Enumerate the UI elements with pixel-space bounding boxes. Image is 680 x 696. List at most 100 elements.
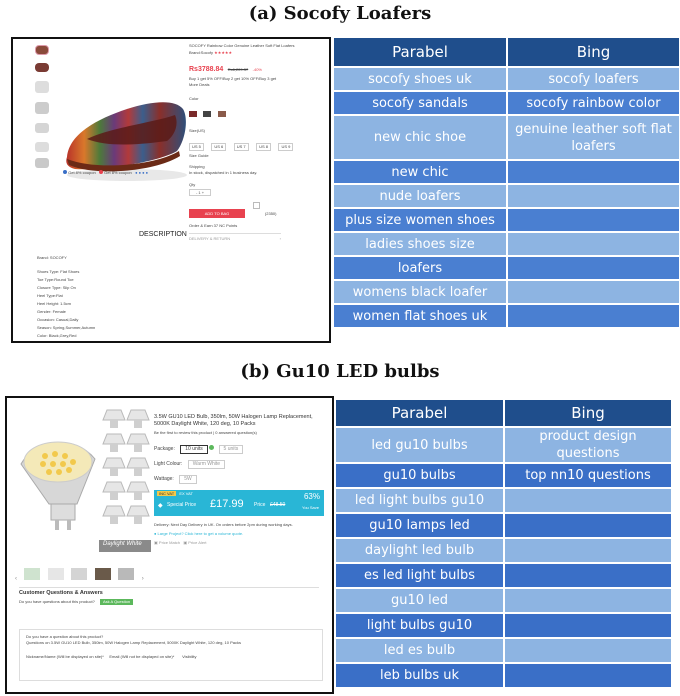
- thumbnail-2[interactable]: [47, 568, 64, 580]
- thumbnail-3[interactable]: [35, 81, 49, 93]
- wattage-option[interactable]: 5W: [179, 475, 197, 484]
- email-field-label[interactable]: Email (Will not be displayed on site)*: [109, 654, 174, 659]
- current-price: Rs3788.84: [189, 66, 224, 73]
- size-option[interactable]: US 9: [278, 143, 294, 151]
- table-row: new chic shoe genuine leather soft flat …: [334, 116, 679, 159]
- size-option[interactable]: US 6: [211, 143, 227, 151]
- qty-stepper[interactable]: - 1 +: [189, 189, 211, 196]
- size-option[interactable]: US 8: [256, 143, 271, 151]
- qa-heading: Customer Questions & Answers: [19, 590, 103, 596]
- add-to-bag-button[interactable]: ADD TO BAG: [189, 209, 245, 218]
- table-row: socofy sandals socofy rainbow color: [334, 92, 679, 114]
- bing-cell: [505, 514, 671, 537]
- column-header-bing: Bing: [508, 38, 679, 66]
- table-row: plus size women shoes: [334, 209, 679, 231]
- size-option[interactable]: US 7: [233, 143, 249, 151]
- size-label: Size(US): [189, 128, 206, 133]
- thumbnail-5[interactable]: [35, 123, 49, 133]
- thumbnail-4[interactable]: [35, 102, 49, 114]
- spec-item: Heel Height: 1.5cm: [37, 301, 72, 306]
- spec-brand: Brand: SOCOFY: [37, 255, 67, 260]
- bing-cell: socofy loafers: [508, 68, 679, 90]
- gu10-product-screenshot: Daylight White ‹ › 3.5W GU10 LED Bulb, 3…: [5, 396, 334, 694]
- table-row: women flat shoes uk: [334, 305, 679, 327]
- chevron-right-icon[interactable]: ›: [142, 576, 144, 582]
- parabel-cell: socofy shoes uk: [334, 68, 506, 90]
- thumbnail-4[interactable]: [94, 568, 111, 580]
- delivery-return-link[interactable]: DELIVERY & RETURN ›: [189, 233, 281, 242]
- column-header-parabel: Parabel: [334, 38, 506, 66]
- nickname-field-label[interactable]: Nickname/Name (Will be displayed on site…: [26, 654, 104, 659]
- color-swatches: [189, 104, 309, 122]
- special-price-label: Special Price: [167, 502, 197, 508]
- coupon-dot-icon: [63, 170, 67, 174]
- size-option[interactable]: US 5: [189, 143, 204, 151]
- review-line[interactable]: Be the first to review this product | 0 …: [154, 430, 326, 436]
- thumbnail-1[interactable]: [35, 45, 49, 55]
- large-project-label: Large Project? Click here to get a volum…: [157, 531, 244, 536]
- parabel-cell: plus size women shoes: [334, 209, 506, 231]
- thumbnail-1[interactable]: [24, 568, 41, 580]
- thumbnail-6[interactable]: [35, 142, 49, 152]
- thumbnail-7[interactable]: [35, 158, 49, 168]
- vat-inc[interactable]: INC VAT: [157, 491, 177, 496]
- qa-form-fields: Nickname/Name (Will be displayed on site…: [26, 654, 316, 660]
- chevron-left-icon[interactable]: ‹: [15, 576, 17, 582]
- more-deals-link[interactable]: More Deals: [189, 82, 309, 88]
- parabel-cell: led gu10 bulbs: [336, 428, 503, 462]
- socofy-product-screenshot: Get 8% coupon Get 8% coupon ● ● ● ● SOCO…: [11, 37, 331, 343]
- visibility-field-label[interactable]: Visibility: [182, 654, 196, 659]
- parabel-cell: leb bulbs uk: [336, 664, 503, 687]
- image-caption: Daylight White: [103, 541, 142, 547]
- bing-cell: [508, 209, 679, 231]
- spec-item: Shoes Type: Flat Shoes: [37, 269, 80, 274]
- light-colour-label: Light Colour:: [154, 461, 183, 467]
- size-guide-link[interactable]: Size Guide: [189, 153, 309, 159]
- thumbnail-5[interactable]: [118, 568, 135, 580]
- brand-link[interactable]: Brand:Socofy: [189, 50, 213, 55]
- parabel-cell: led es bulb: [336, 639, 503, 662]
- table-row: led es bulb: [336, 639, 671, 662]
- parabel-cell: loafers: [334, 257, 506, 279]
- spec-item: Season: Spring,Summer,Autumn: [37, 325, 96, 330]
- wattage-label: Wattage:: [154, 476, 174, 482]
- light-colour-row: Light Colour: Warm White: [154, 460, 326, 469]
- coupon-b[interactable]: Get 8% coupon: [104, 170, 132, 175]
- parabel-cell: women flat shoes uk: [334, 305, 506, 327]
- vat-ex[interactable]: EX VAT: [177, 491, 195, 496]
- color-swatch-1[interactable]: [189, 111, 197, 117]
- coupon-a[interactable]: Get 8% coupon: [68, 170, 96, 175]
- regular-price: £48.50: [270, 502, 286, 508]
- product-brand: Brand:Socofy ★★★★★: [189, 50, 309, 56]
- color-swatch-3[interactable]: [217, 111, 226, 117]
- spec-item: Color: Black,Grey,Red: [37, 333, 77, 338]
- price-match-link[interactable]: Price Match: [159, 540, 180, 545]
- table-row: light bulbs gu10: [336, 614, 671, 637]
- vat-toggle[interactable]: INC VAT EX VAT: [157, 491, 195, 497]
- table-row: gu10 lamps led: [336, 514, 671, 537]
- social-icons[interactable]: ● ● ● ●: [135, 170, 148, 175]
- light-colour-option[interactable]: Warm White: [187, 460, 226, 469]
- coupon-dot-icon: [99, 170, 104, 174]
- bing-cell: [505, 614, 671, 637]
- package-option-selected[interactable]: 10 units: [180, 445, 208, 454]
- wishlist-icon[interactable]: [253, 202, 261, 209]
- parabel-cell: nude loafers: [334, 185, 506, 207]
- color-swatch-2[interactable]: [203, 111, 212, 117]
- thumbnail-3[interactable]: [71, 568, 88, 580]
- package-option[interactable]: 5 units: [218, 445, 244, 454]
- discount-badge: -40%: [252, 67, 262, 72]
- price-alert-link[interactable]: Price Alert: [188, 540, 206, 545]
- ask-question-button[interactable]: Ask A Question: [99, 599, 134, 605]
- spec-item: Closure Type: Slip On: [37, 285, 76, 290]
- bing-cell: [505, 639, 671, 662]
- bing-cell: [508, 233, 679, 255]
- table-row: ladies shoes size: [334, 233, 679, 255]
- parabel-cell: ladies shoes size: [334, 233, 506, 255]
- wishlist-count: (2350): [264, 211, 277, 216]
- large-project-link[interactable]: ● Large Project? Click here to get a vol…: [154, 531, 326, 537]
- thumbnail-2[interactable]: [35, 63, 49, 72]
- price-panel: INC VAT EX VAT ◆ Special Price £17.99 Pr…: [154, 490, 324, 516]
- shipping-text: In stock, dispatched in 1 business day.: [189, 170, 258, 175]
- color-label: Color: [189, 96, 199, 101]
